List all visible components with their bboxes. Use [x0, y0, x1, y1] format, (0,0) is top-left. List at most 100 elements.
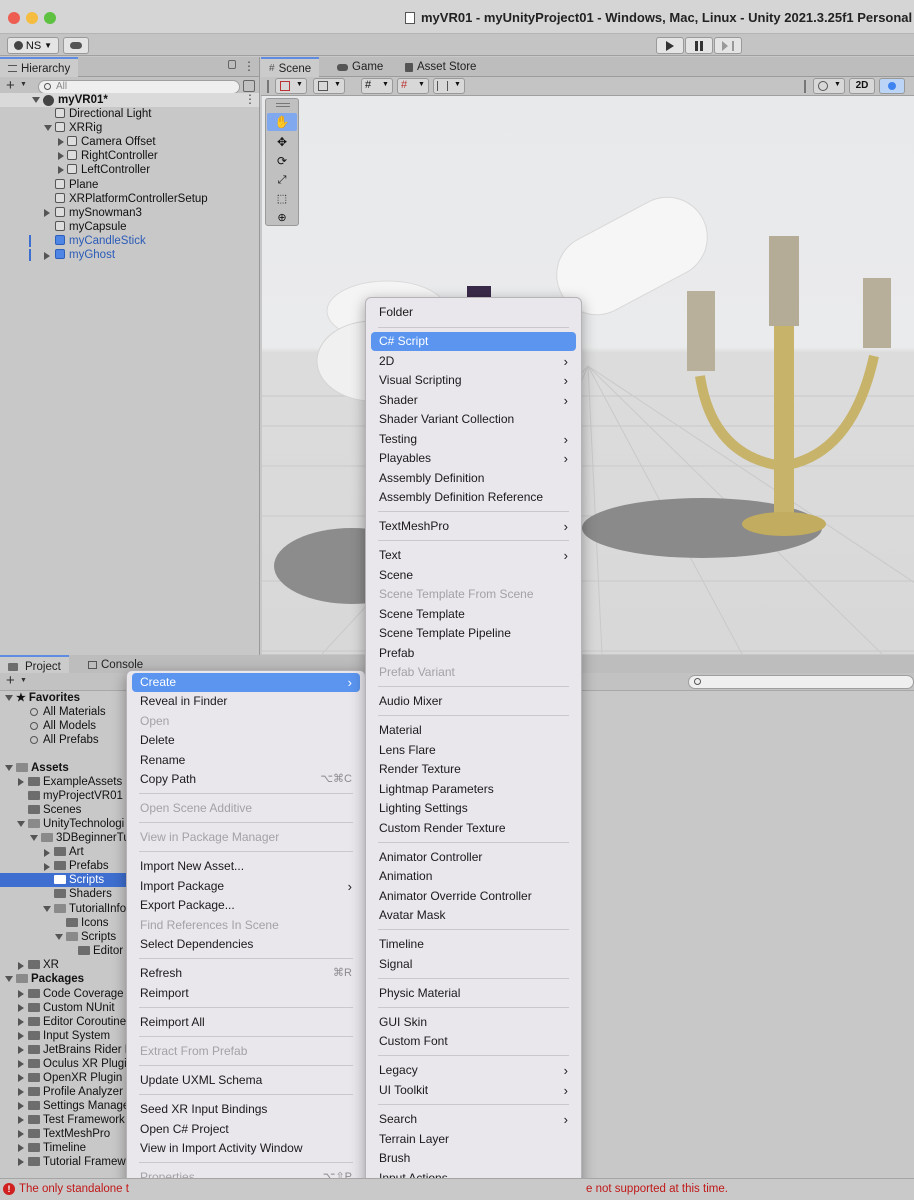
- package-item[interactable]: Test Framework: [28, 1113, 125, 1127]
- tab-game[interactable]: Game: [329, 57, 391, 77]
- menu-item-timeline[interactable]: Timeline: [371, 935, 576, 954]
- menu-item-scene-template[interactable]: Scene Template: [371, 605, 576, 624]
- collapse-arrow-icon[interactable]: [44, 252, 50, 260]
- menu-item-render-texture[interactable]: Render Texture: [371, 760, 576, 779]
- toggle-2d-button[interactable]: 2D: [849, 78, 875, 94]
- step-button[interactable]: [714, 37, 742, 54]
- draw-mode-dropdown[interactable]: ▼: [275, 78, 307, 94]
- hierarchy-item-myghost[interactable]: myGhost: [55, 248, 115, 262]
- expand-arrow-icon[interactable]: [17, 821, 25, 827]
- play-button[interactable]: [656, 37, 684, 54]
- scene-search-icon[interactable]: [243, 80, 255, 92]
- expand-arrow-icon[interactable]: [44, 125, 52, 131]
- status-message[interactable]: The only standalone t: [19, 1182, 129, 1196]
- folder-item[interactable]: ExampleAssets: [28, 775, 122, 789]
- menu-item-search[interactable]: Search ›: [371, 1110, 576, 1129]
- expand-arrow-icon[interactable]: [32, 97, 40, 103]
- expand-arrow-icon[interactable]: [5, 695, 13, 701]
- menu-item-custom-render-texture[interactable]: Custom Render Texture: [371, 819, 576, 838]
- close-window-button[interactable]: [8, 12, 20, 24]
- menu-item-signal[interactable]: Signal: [371, 955, 576, 974]
- project-search-input[interactable]: [688, 675, 914, 689]
- menu-item-brush[interactable]: Brush: [371, 1149, 576, 1168]
- add-icon[interactable]: +: [6, 77, 15, 94]
- menu-item-open-csharp-project[interactable]: Open C# Project: [132, 1120, 360, 1139]
- folder-item[interactable]: UnityTechnologi: [28, 817, 124, 831]
- hierarchy-search-input[interactable]: All: [38, 80, 240, 94]
- hierarchy-item-plane[interactable]: Plane: [55, 178, 98, 192]
- menu-item-playables[interactable]: Playables ›: [371, 449, 576, 468]
- hierarchy-item-mysnowman3[interactable]: mySnowman3: [55, 206, 142, 220]
- menu-item-visual-scripting[interactable]: Visual Scripting ›: [371, 371, 576, 390]
- collapse-arrow-icon[interactable]: [58, 152, 64, 160]
- menu-item-copy-path[interactable]: Copy Path ⌥⌘C: [132, 770, 360, 789]
- hierarchy-item-directional-light[interactable]: Directional Light: [55, 107, 151, 121]
- hierarchy-item-xrrig[interactable]: XRRig: [55, 121, 102, 135]
- menu-item-material[interactable]: Material: [371, 721, 576, 740]
- folder-item[interactable]: TutorialInfo: [54, 902, 126, 916]
- menu-item-update-uxml-schema[interactable]: Update UXML Schema: [132, 1071, 360, 1090]
- grid-snap-dropdown[interactable]: # ▼: [361, 78, 393, 94]
- expand-arrow-icon[interactable]: [5, 765, 13, 771]
- collapse-arrow-icon[interactable]: [58, 166, 64, 174]
- menu-item-reveal-in-finder[interactable]: Reveal in Finder: [132, 692, 360, 711]
- package-item[interactable]: JetBrains Rider E: [28, 1043, 132, 1057]
- render-mode-dropdown[interactable]: ▼: [313, 78, 345, 94]
- hierarchy-item-mycandlestick[interactable]: myCandleStick: [55, 234, 146, 248]
- package-item[interactable]: OpenXR Plugin: [28, 1071, 122, 1085]
- increment-snap-dropdown[interactable]: ▼: [433, 78, 465, 94]
- menu-item-reimport[interactable]: Reimport: [132, 984, 360, 1003]
- menu-item-view-in-import-activity-window[interactable]: View in Import Activity Window: [132, 1139, 360, 1158]
- folder-item[interactable]: Scripts: [66, 930, 116, 944]
- menu-item-create[interactable]: Create ›: [132, 673, 360, 692]
- rect-tool-icon[interactable]: ⬚: [267, 190, 297, 208]
- menu-item-animation[interactable]: Animation: [371, 867, 576, 886]
- hierarchy-item-camera-offset[interactable]: Camera Offset: [67, 135, 156, 149]
- menu-item-assembly-definition[interactable]: Assembly Definition: [371, 469, 576, 488]
- collapse-arrow-icon[interactable]: [18, 778, 24, 786]
- lock-icon[interactable]: [228, 60, 236, 69]
- menu-item-animator-controller[interactable]: Animator Controller: [371, 848, 576, 867]
- collapse-arrow-icon[interactable]: [44, 209, 50, 217]
- scene-root-row[interactable]: myVR01* ⋮: [0, 92, 259, 107]
- collapse-arrow-icon[interactable]: [44, 863, 50, 871]
- menu-item-animator-override-controller[interactable]: Animator Override Controller: [371, 887, 576, 906]
- hierarchy-item-right-controller[interactable]: RightController: [67, 149, 158, 163]
- pause-button[interactable]: [685, 37, 713, 54]
- menu-item-lighting-settings[interactable]: Lighting Settings: [371, 799, 576, 818]
- lighting-toggle[interactable]: [879, 78, 905, 94]
- hand-tool-icon[interactable]: ✋: [267, 113, 297, 131]
- package-item[interactable]: Tutorial Framew: [28, 1155, 126, 1169]
- menu-item-csharp-script[interactable]: C# Script: [371, 332, 576, 351]
- minimize-window-button[interactable]: [26, 12, 38, 24]
- expand-arrow-icon[interactable]: [30, 835, 38, 841]
- tab-scene[interactable]: # Scene: [261, 57, 320, 78]
- collapse-arrow-icon[interactable]: [58, 138, 64, 146]
- folder-item[interactable]: Editor: [78, 944, 123, 958]
- menu-item-folder[interactable]: Folder: [371, 303, 576, 322]
- tab-hierarchy[interactable]: Hierarchy: [0, 57, 79, 78]
- folder-item[interactable]: myProjectVR01: [28, 789, 123, 803]
- tab-asset-store[interactable]: Asset Store: [397, 57, 484, 77]
- add-dropdown-arrow[interactable]: ▼: [20, 81, 27, 88]
- menu-item-shader[interactable]: Shader ›: [371, 391, 576, 410]
- expand-arrow-icon[interactable]: [5, 976, 13, 982]
- package-item[interactable]: Code Coverage: [28, 987, 124, 1001]
- menu-item-legacy[interactable]: Legacy ›: [371, 1061, 576, 1080]
- scene-menu-icon[interactable]: ⋮: [244, 92, 256, 106]
- gizmo-grid-dropdown[interactable]: # ▼: [397, 78, 429, 94]
- menu-item-import-new-asset[interactable]: Import New Asset...: [132, 857, 360, 876]
- account-dropdown[interactable]: NS ▼: [7, 37, 59, 54]
- menu-item-scene[interactable]: Scene: [371, 566, 576, 585]
- package-item[interactable]: Profile Analyzer: [28, 1085, 123, 1099]
- menu-item-scene-template-pipeline[interactable]: Scene Template Pipeline: [371, 624, 576, 643]
- folder-item[interactable]: Prefabs: [54, 859, 109, 873]
- collapse-arrow-icon[interactable]: [44, 849, 50, 857]
- packages-header[interactable]: Packages: [16, 972, 84, 986]
- menu-item-delete[interactable]: Delete: [132, 731, 360, 750]
- menu-item-prefab[interactable]: Prefab: [371, 644, 576, 663]
- menu-item-lens-flare[interactable]: Lens Flare: [371, 741, 576, 760]
- assets-header[interactable]: Assets: [16, 761, 69, 775]
- favorite-all-prefabs[interactable]: All Prefabs: [30, 733, 99, 747]
- hierarchy-item-left-controller[interactable]: LeftController: [67, 163, 150, 177]
